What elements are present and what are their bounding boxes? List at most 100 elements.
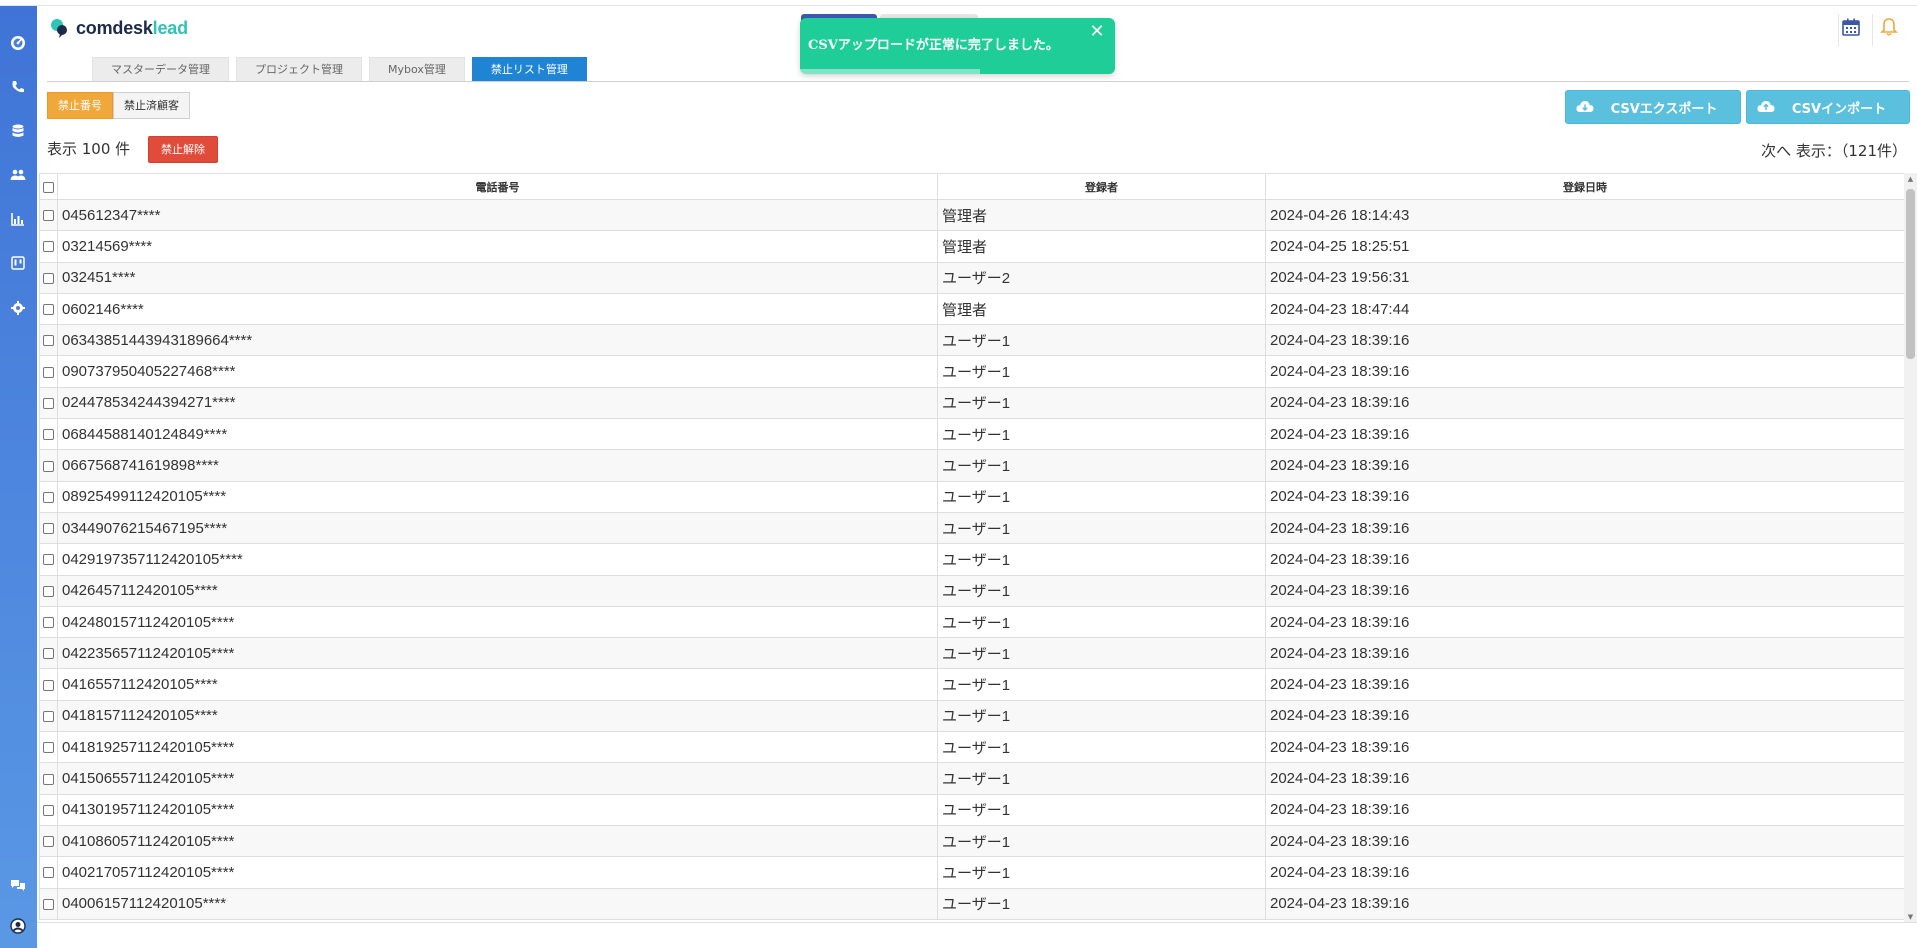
bell-icon[interactable]	[1876, 14, 1902, 40]
subtab-blocked-customers[interactable]: 禁止済顧客	[113, 92, 190, 119]
row-checkbox[interactable]	[43, 491, 54, 503]
row-checkbox[interactable]	[43, 679, 54, 691]
row-checkbox[interactable]	[43, 554, 54, 566]
cell-registered-at: 2024-04-23 18:39:16	[1265, 637, 1904, 670]
csv-export-button[interactable]: CSVエクスポート	[1565, 90, 1741, 124]
cell-phone-number: 041819257112420105****	[57, 731, 938, 764]
dashboard-icon[interactable]	[8, 33, 28, 53]
row-checkbox[interactable]	[43, 585, 54, 597]
cell-phone-number: 08925499112420105****	[57, 480, 938, 513]
subtab-blocked-numbers[interactable]: 禁止番号	[47, 92, 113, 119]
main-tabs: マスターデータ管理 プロジェクト管理 Mybox管理 禁止リスト管理	[92, 57, 587, 81]
row-checkbox[interactable]	[43, 710, 54, 722]
user-circle-icon[interactable]	[8, 916, 28, 936]
row-checkbox[interactable]	[43, 898, 54, 910]
tab-master-data[interactable]: マスターデータ管理	[92, 57, 229, 81]
row-checkbox[interactable]	[43, 617, 54, 629]
table-row[interactable]: 0416557112420105**** ユーザー1 2024-04-23 18:3…	[39, 668, 1904, 701]
column-header-registered-at[interactable]: 登録日時	[1265, 173, 1904, 200]
row-checkbox[interactable]	[43, 742, 54, 754]
cell-phone-number: 0426457112420105****	[57, 574, 938, 607]
table-row[interactable]: 08925499112420105**** ユーザー1 2024-04-23 18:…	[39, 480, 1904, 513]
tab-project[interactable]: プロジェクト管理	[236, 57, 362, 81]
table-row[interactable]: 090737950405227468**** ユーザー1 2024-04-23 18…	[39, 355, 1904, 388]
users-icon[interactable]	[8, 165, 28, 185]
table-row[interactable]: 0602146**** 管理者 2024-04-23 18:47:44	[39, 292, 1904, 326]
cell-registered-at: 2024-04-23 18:39:16	[1265, 887, 1904, 920]
table-row[interactable]: 045612347**** 管理者 2024-04-26 18:14:43	[39, 198, 1904, 232]
cell-phone-number: 03214569****	[57, 230, 938, 263]
column-header-registrant[interactable]: 登録者	[937, 173, 1266, 200]
row-checkbox-cell	[39, 386, 58, 420]
row-checkbox[interactable]	[43, 366, 54, 378]
table-row[interactable]: 03449076215467195**** ユーザー1 2024-04-23 18:…	[39, 511, 1904, 545]
row-checkbox[interactable]	[43, 241, 54, 253]
cell-phone-number: 045612347****	[57, 198, 938, 232]
select-all-checkbox[interactable]	[43, 181, 54, 193]
cell-registered-at: 2024-04-23 18:39:16	[1265, 699, 1904, 733]
table-row[interactable]: 024478534244394271**** ユーザー1 2024-04-23 18…	[39, 386, 1904, 420]
cell-registered-at: 2024-04-23 18:39:16	[1265, 793, 1904, 826]
tab-blocklist[interactable]: 禁止リスト管理	[471, 57, 587, 81]
row-checkbox[interactable]	[43, 523, 54, 535]
table-row[interactable]: 04006157112420105**** ユーザー1 2024-04-23 18:…	[39, 887, 1904, 920]
column-header-phone[interactable]: 電話番号	[57, 173, 938, 200]
table-row[interactable]: 041506557112420105**** ユーザー1 2024-04-23 18…	[39, 762, 1904, 795]
row-checkbox-cell	[39, 637, 58, 670]
board-icon[interactable]	[8, 253, 28, 273]
row-checkbox[interactable]	[43, 210, 54, 222]
logo-mark-icon	[50, 17, 70, 39]
cell-registrant: ユーザー1	[937, 824, 1266, 858]
row-checkbox[interactable]	[43, 397, 54, 409]
cell-phone-number: 032451****	[57, 261, 938, 294]
table-row[interactable]: 040217057112420105**** ユーザー1 2024-04-23 18…	[39, 856, 1904, 889]
phone-icon[interactable]	[8, 77, 28, 97]
table-row[interactable]: 06343851443943189664**** ユーザー1 2024-04-23 …	[39, 324, 1904, 357]
table-scrollbar[interactable]: ▲ ▼	[1904, 173, 1917, 923]
scrollbar-thumb[interactable]	[1906, 189, 1915, 359]
row-checkbox[interactable]	[43, 648, 54, 660]
pager-info[interactable]: 次へ 表示：（121件）	[1761, 140, 1907, 161]
cell-registrant: 管理者	[937, 198, 1266, 232]
row-checkbox-cell	[39, 511, 58, 545]
database-icon[interactable]	[8, 121, 28, 141]
row-checkbox[interactable]	[43, 773, 54, 785]
table-row[interactable]: 042480157112420105**** ユーザー1 2024-04-23 18…	[39, 605, 1904, 639]
calendar-icon[interactable]	[1838, 14, 1864, 40]
csv-export-label: CSVエクスポート	[1610, 101, 1718, 117]
table-row[interactable]: 041086057112420105**** ユーザー1 2024-04-23 18…	[39, 824, 1904, 858]
table-row[interactable]: 032451**** ユーザー2 2024-04-23 19:56:31	[39, 261, 1904, 294]
unban-button[interactable]: 禁止解除	[148, 136, 218, 163]
table-row[interactable]: 03214569**** 管理者 2024-04-25 18:25:51	[39, 230, 1904, 263]
row-checkbox[interactable]	[43, 304, 54, 316]
tab-mybox[interactable]: Mybox管理	[369, 57, 465, 81]
row-checkbox[interactable]	[43, 429, 54, 441]
row-checkbox-cell	[39, 824, 58, 858]
table-row[interactable]: 041301957112420105**** ユーザー1 2024-04-23 18…	[39, 793, 1904, 826]
table-row[interactable]: 042235657112420105**** ユーザー1 2024-04-23 18…	[39, 637, 1904, 670]
row-checkbox-cell	[39, 543, 58, 576]
row-checkbox[interactable]	[43, 272, 54, 284]
row-checkbox[interactable]	[43, 335, 54, 347]
chart-icon[interactable]	[8, 209, 28, 229]
row-checkbox-cell	[39, 605, 58, 639]
toast-close-button[interactable]: ✕	[1087, 22, 1107, 42]
settings-icon[interactable]	[8, 298, 28, 318]
table-row[interactable]: 0418157112420105**** ユーザー1 2024-04-23 18:3…	[39, 699, 1904, 733]
table-row[interactable]: 0667568741619898**** ユーザー1 2024-04-23 18:3…	[39, 449, 1904, 482]
row-checkbox-cell	[39, 261, 58, 294]
table-row[interactable]: 0429197357112420105**** ユーザー1 2024-04-23 1…	[39, 543, 1904, 576]
table-row[interactable]: 06844588140124849**** ユーザー1 2024-04-23 18:…	[39, 418, 1904, 451]
scroll-up-arrow-icon[interactable]: ▲	[1904, 173, 1917, 185]
table-row[interactable]: 0426457112420105**** ユーザー1 2024-04-23 18:3…	[39, 574, 1904, 607]
row-checkbox[interactable]	[43, 460, 54, 472]
csv-import-button[interactable]: CSVインポート	[1746, 90, 1910, 124]
row-checkbox[interactable]	[43, 804, 54, 816]
table-row[interactable]: 041819257112420105**** ユーザー1 2024-04-23 18…	[39, 731, 1904, 764]
row-checkbox[interactable]	[43, 867, 54, 879]
row-checkbox[interactable]	[43, 836, 54, 848]
chat-icon[interactable]	[8, 876, 28, 896]
cell-registrant: ユーザー1	[937, 668, 1266, 701]
blocklist-subtabs: 禁止番号 禁止済顧客	[47, 92, 190, 119]
cell-phone-number: 041506557112420105****	[57, 762, 938, 795]
